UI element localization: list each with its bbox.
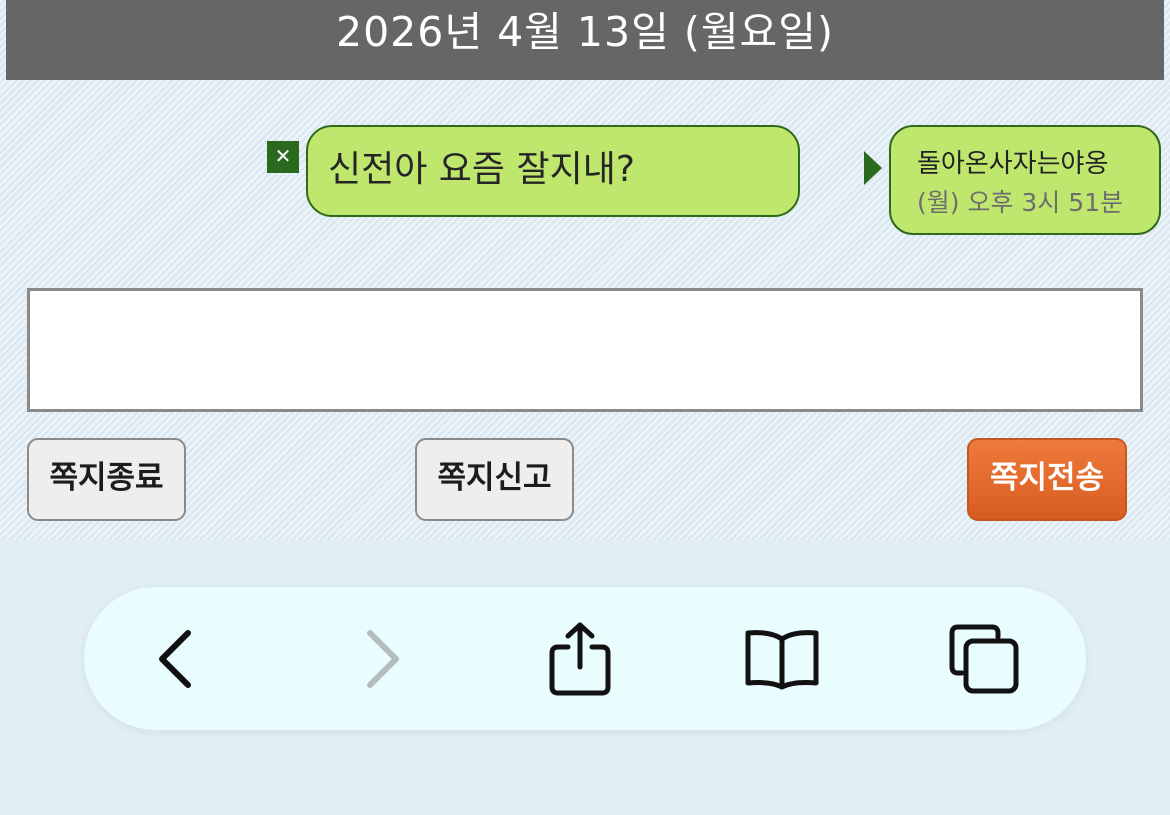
end-message-button[interactable]: 쪽지종료	[27, 438, 186, 521]
share-button[interactable]	[520, 587, 640, 730]
message-bubble: 신전아 요즘 잘지내?	[306, 125, 800, 217]
back-icon	[159, 629, 191, 688]
message-text: 신전아 요즘 잘지내?	[328, 149, 635, 190]
tabs-icon	[949, 624, 1019, 693]
share-icon	[549, 622, 611, 695]
close-icon: ✕	[274, 144, 292, 168]
message-input[interactable]	[27, 288, 1143, 412]
forward-button[interactable]	[322, 587, 442, 730]
message-timestamp: (월) 오후 3시 51분	[917, 188, 1124, 217]
triangle-right-icon	[864, 151, 882, 185]
chat-area: 2026년 4월 13일 (월요일) ✕ 신전아 요즘 잘지내? 돌아온사자는야…	[0, 0, 1170, 540]
date-header: 2026년 4월 13일 (월요일)	[335, 8, 834, 56]
report-message-button[interactable]: 쪽지신고	[415, 438, 574, 521]
send-message-button[interactable]: 쪽지전송	[967, 438, 1127, 521]
browser-toolbar	[84, 587, 1086, 730]
delete-message-button[interactable]: ✕	[267, 141, 299, 173]
sender-name: 돌아온사자는야옹	[917, 149, 1109, 179]
forward-icon	[367, 629, 399, 688]
sender-info[interactable]: 돌아온사자는야옹 (월) 오후 3시 51분	[889, 125, 1161, 235]
bookmarks-icon	[745, 629, 819, 689]
bookmarks-button[interactable]	[722, 587, 842, 730]
back-button[interactable]	[116, 587, 236, 730]
tabs-button[interactable]	[924, 587, 1044, 730]
